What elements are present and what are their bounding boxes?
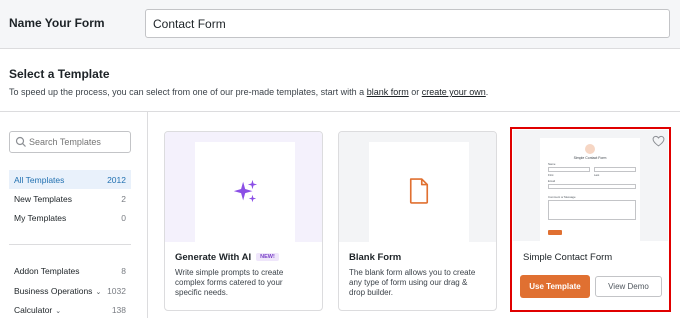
card-preview-area — [165, 132, 322, 242]
sidebar-item-label: Addon Templates — [14, 266, 80, 276]
card-preview — [369, 142, 469, 242]
create-your-own-link[interactable]: create your own — [422, 87, 486, 97]
form-name-input[interactable] — [145, 9, 670, 38]
template-sidebar: All Templates 2012 New Templates 2 My Te… — [0, 112, 148, 318]
form-name-label: Name Your Form — [9, 16, 105, 30]
sidebar-item-label: Business Operations — [14, 286, 93, 296]
preview-label: Comment or Message — [548, 195, 576, 199]
preview-label: First — [548, 173, 554, 177]
card-description: Write simple prompts to create complex f… — [175, 268, 284, 297]
preview-label: Name — [548, 162, 556, 166]
description-text: or — [408, 87, 422, 97]
preview-field — [548, 184, 636, 189]
view-demo-button[interactable]: View Demo — [595, 276, 662, 297]
sidebar-item-count: 8 — [121, 266, 126, 276]
preview-textarea — [548, 200, 636, 220]
sidebar-item-count: 2012 — [107, 175, 126, 185]
preview-field — [594, 167, 636, 172]
form-name-bar: Name Your Form — [0, 0, 680, 49]
sidebar-item-count: 2 — [121, 194, 126, 204]
search-icon — [15, 136, 26, 147]
card-title: Simple Contact Form — [523, 252, 613, 263]
chevron-down-icon: ⌄ — [95, 289, 102, 296]
card-title: Blank Form — [349, 252, 402, 263]
template-card-blank-form[interactable]: Blank Form The blank form allows you to … — [338, 131, 497, 311]
new-badge: NEW! — [256, 253, 279, 262]
preview-label: Last — [594, 173, 600, 177]
template-card-generate-ai[interactable]: Generate With AI NEW! Write simple prompt… — [164, 131, 323, 311]
search-input[interactable] — [29, 132, 129, 152]
sidebar-item-label: Calculator — [14, 305, 53, 315]
card-preview — [195, 142, 295, 242]
preview-submit-button — [548, 230, 562, 235]
preview-field — [548, 167, 590, 172]
form-logo-icon — [585, 144, 595, 154]
sidebar-item-count: 1032 — [107, 286, 126, 296]
use-template-button[interactable]: Use Template — [520, 275, 590, 298]
sidebar-item-all-templates[interactable]: All Templates 2012 — [9, 170, 131, 189]
sidebar-item-label: New Templates — [14, 194, 72, 204]
document-icon — [409, 178, 429, 204]
template-card-simple-contact-form[interactable]: Simple Contact Form Name First Last Emai… — [513, 130, 668, 309]
description-text: To speed up the process, you can select … — [9, 87, 367, 97]
card-preview-area — [339, 132, 496, 242]
card-title: Generate With AI NEW! — [175, 252, 279, 263]
sidebar-item-new-templates[interactable]: New Templates 2 — [9, 189, 131, 208]
preview-label: Email — [548, 179, 555, 183]
sidebar-item-addon-templates[interactable]: Addon Templates 8 — [9, 261, 131, 280]
description-text: . — [485, 87, 489, 97]
section-description: To speed up the process, you can select … — [9, 87, 488, 97]
ai-sparkle-icon — [233, 179, 258, 203]
card-title-text: Generate With AI — [175, 252, 252, 263]
sidebar-item-count: 138 — [111, 305, 126, 315]
chevron-down-icon: ⌄ — [55, 308, 62, 315]
preview-title: Simple Contact Form — [573, 156, 607, 160]
sidebar-item-calculator[interactable]: Calculator ⌄ 138 — [9, 300, 131, 318]
sidebar-divider — [9, 244, 131, 245]
heart-icon[interactable] — [652, 135, 665, 147]
sidebar-item-label: My Templates — [14, 213, 67, 223]
search-box[interactable] — [9, 131, 131, 153]
sidebar-item-business-operations[interactable]: Business Operations ⌄ 1032 — [9, 281, 131, 300]
sidebar-item-my-templates[interactable]: My Templates 0 — [9, 208, 131, 227]
sidebar-item-count: 0 — [121, 213, 126, 223]
blank-form-link[interactable]: blank form — [367, 87, 409, 97]
form-preview-thumbnail: Simple Contact Form Name First Last Emai… — [540, 138, 640, 241]
section-title: Select a Template — [9, 67, 110, 81]
card-preview-area: Simple Contact Form Name First Last Emai… — [513, 130, 668, 241]
sidebar-item-label: All Templates — [14, 175, 65, 185]
card-description: The blank form allows you to create any … — [349, 268, 476, 297]
